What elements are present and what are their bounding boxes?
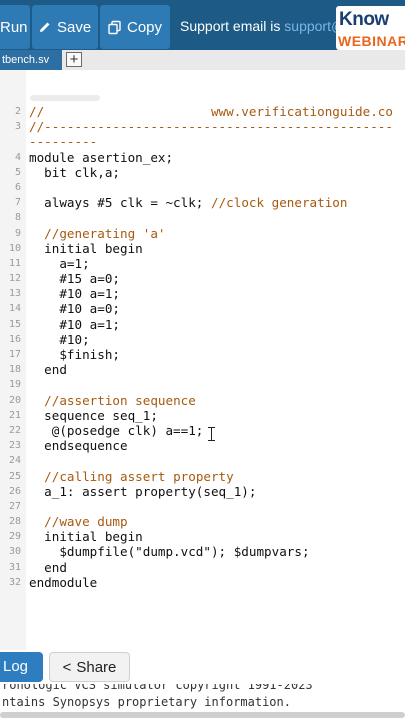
pencil-icon <box>40 22 50 32</box>
line-number: 15 <box>8 318 21 330</box>
run-label: Run <box>0 18 28 36</box>
code-text: initial begin <box>29 240 143 256</box>
code-text: endsequence <box>29 438 128 454</box>
line-number: 30 <box>8 546 21 558</box>
save-button[interactable]: Save <box>32 5 98 49</box>
code-text: sequence seq_1; <box>29 407 158 423</box>
line-number: 20 <box>8 394 21 406</box>
line-number: 23 <box>8 440 21 452</box>
code-text: @(posedge clk) a==1; <box>29 422 204 438</box>
line-number: 28 <box>8 516 21 528</box>
console-line: ntains Synopsys proprietary information. <box>2 695 291 709</box>
code-text: initial begin <box>29 529 143 545</box>
code-text: #10 a=1; <box>29 286 120 302</box>
editor-scroll-thumb[interactable] <box>30 95 100 101</box>
code-text: //--------------------------------------… <box>29 119 393 135</box>
code-text: #10 a=1; <box>29 316 120 332</box>
code-text: //calling assert property <box>44 468 234 484</box>
code-text: //generating 'a' <box>44 225 166 241</box>
line-number: 3 <box>14 121 21 133</box>
copy-button[interactable]: Copy <box>100 5 170 49</box>
text-cursor-icon <box>208 427 215 441</box>
line-number: 4 <box>14 151 21 163</box>
line-number: 8 <box>14 212 21 224</box>
share-button[interactable]: < Share <box>49 652 130 682</box>
support-email-text: Support email is support@ <box>180 18 345 34</box>
code-text: $dumpfile("dump.vcd"); $dumpvars; <box>29 544 310 560</box>
line-number: 11 <box>8 257 21 269</box>
log-label: Log <box>3 658 29 675</box>
line-number: 29 <box>8 531 21 543</box>
code-text: $finish; <box>29 347 120 362</box>
code-text: always #5 clk = ~clk; //clock generation <box>29 195 348 211</box>
line-number: 21 <box>8 409 21 421</box>
copy-icon <box>108 20 121 34</box>
line-number: 26 <box>8 485 21 497</box>
code-text: #10; <box>29 331 90 347</box>
line-number: 10 <box>8 242 21 254</box>
line-number: 5 <box>14 166 21 178</box>
code-text: a_1: assert property(seq_1); <box>29 483 257 499</box>
logo-top-text: Know <box>339 9 389 30</box>
code-text: //wave dump <box>44 514 128 530</box>
share-icon: < <box>62 658 72 676</box>
code-text: #10 a=0; <box>29 301 120 317</box>
add-tab-button[interactable]: + <box>66 52 82 67</box>
save-label: Save <box>57 18 92 36</box>
support-text: Support email is <box>180 18 285 34</box>
file-tab-bar: tbench.sv + <box>0 50 405 71</box>
line-number: 2 <box>14 106 21 117</box>
code-editor[interactable]: 2 // www.verificationguide.co 3 //---------… <box>0 70 405 650</box>
line-number: 25 <box>8 470 21 482</box>
line-number: 32 <box>8 576 21 588</box>
logo-bottom-text: WEBINAR <box>338 33 405 49</box>
copy-label: Copy <box>127 18 163 36</box>
code-text: endmodule <box>29 574 98 590</box>
line-number: 18 <box>8 364 21 376</box>
code-text: module asertion_ex; <box>29 149 174 165</box>
code-text: a=1; <box>29 255 90 271</box>
code-text: end <box>29 559 67 575</box>
line-number: 17 <box>8 349 21 360</box>
knowledge-webinar-logo: Know WEBINAR <box>336 6 405 50</box>
code-text: //assertion sequence <box>44 392 196 408</box>
code-text: --------- <box>29 134 98 150</box>
line-number: 6 <box>14 181 21 193</box>
console-horizontal-scrollbar[interactable] <box>0 712 405 718</box>
run-button[interactable]: Run <box>0 5 30 49</box>
line-number: 16 <box>8 333 21 345</box>
line-number: 22 <box>8 424 21 436</box>
line-number: 31 <box>8 561 21 573</box>
line-number: 12 <box>8 273 21 285</box>
console-line: ronologic VCS simulator copyright 1991-2… <box>2 684 313 692</box>
line-number: 9 <box>14 227 21 239</box>
tab-testbench-file[interactable]: tbench.sv <box>0 50 62 70</box>
bottom-action-bar: Log < Share <box>0 650 405 684</box>
line-number: 27 <box>8 500 21 512</box>
code-text: #15 a=0; <box>29 271 120 287</box>
line-number: 24 <box>8 455 21 467</box>
toolbar: Run Save Copy Support email is support@ … <box>0 0 405 50</box>
code-text: // www.verificationguide.co <box>29 104 393 119</box>
log-button[interactable]: Log <box>0 652 43 682</box>
line-number: 14 <box>8 303 21 315</box>
line-number: 19 <box>8 379 21 391</box>
share-label: Share <box>76 658 117 676</box>
line-number: 7 <box>14 197 21 209</box>
line-number: 13 <box>8 288 21 300</box>
code-text: bit clk,a; <box>29 164 120 180</box>
code-text: end <box>29 362 67 378</box>
